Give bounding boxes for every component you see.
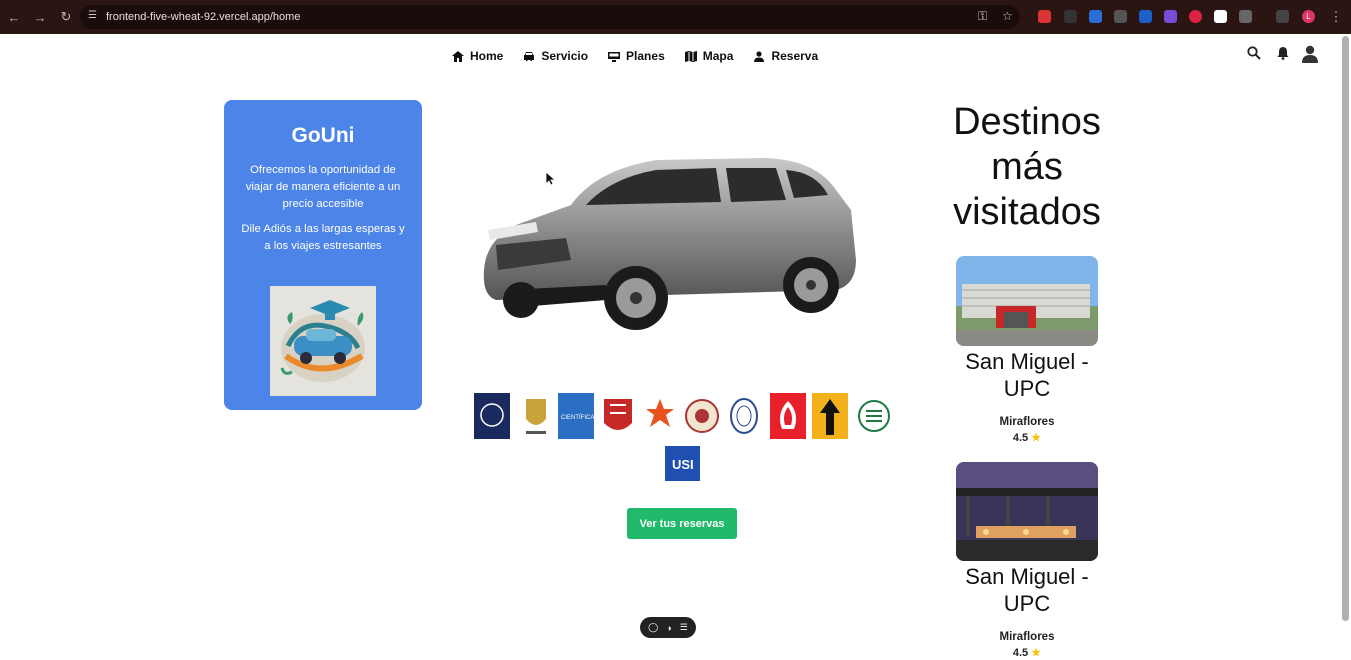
app-navbar: Home Servicio Planes Mapa Reserva: [0, 34, 1351, 80]
destinations-title: Destinos más visitados: [953, 101, 1101, 233]
hero-tagline: Dile Adiós a las largas esperas y a los …: [241, 223, 405, 252]
home-icon: [452, 50, 464, 62]
destination-name: San Miguel - UPC: [965, 564, 1089, 616]
mouse-cursor-icon: [546, 172, 556, 186]
url-text: frontend-five-wheat-92.vercel.app/home: [106, 11, 301, 23]
destination-card[interactable]: San Miguel - UPC Miraflores 4.5 ★: [956, 256, 1098, 444]
browser-toolbar: ← → ↻ ☰ frontend-five-wheat-92.vercel.ap…: [0, 0, 1351, 34]
destination-card[interactable]: San Miguel - UPC Miraflores 4.5 ★: [956, 462, 1098, 659]
destination-name: San Miguel - UPC: [965, 349, 1089, 401]
page-scrollbar[interactable]: [1342, 36, 1349, 621]
key-icon[interactable]: ⚿: [978, 9, 987, 24]
university-logo: [684, 393, 720, 439]
main-menu: Home Servicio Planes Mapa Reserva: [452, 49, 818, 63]
nav-item-label: Planes: [626, 49, 665, 63]
forward-icon[interactable]: →: [28, 5, 52, 29]
profile-avatar[interactable]: L: [1302, 10, 1315, 23]
car-icon: [524, 51, 535, 61]
puzzle-icon[interactable]: [1239, 10, 1252, 23]
site-info-icon[interactable]: ☰: [88, 10, 100, 22]
rating-value: 4.5: [1012, 647, 1029, 659]
extension-icon[interactable]: [1114, 10, 1127, 23]
back-icon[interactable]: ←: [2, 5, 26, 29]
svg-text:USI: USI: [672, 457, 694, 472]
nav-item-label: Home: [470, 49, 504, 63]
destination-location: Miraflores: [999, 631, 1055, 643]
bell-icon[interactable]: [1276, 46, 1290, 60]
extension-icon[interactable]: [1189, 10, 1202, 23]
destination-rating: 4.5 ★: [956, 431, 1098, 444]
university-logo: [642, 393, 678, 439]
destination-location: Miraflores: [999, 416, 1055, 428]
university-logo: CIENTÍFICA: [558, 393, 594, 439]
university-logo: [770, 393, 806, 439]
monitor-icon: [608, 51, 621, 62]
university-logo: [856, 393, 892, 439]
user-account-icon[interactable]: [1301, 45, 1319, 63]
university-logo: [600, 393, 636, 439]
star-icon: ★: [1031, 432, 1042, 444]
toggle-icon[interactable]: ◑: [666, 623, 671, 633]
rating-value: 4.5: [1012, 432, 1029, 444]
nav-item-servicio[interactable]: Servicio: [523, 49, 588, 63]
translate-extension-icon[interactable]: [1089, 10, 1102, 23]
map-icon: [684, 50, 697, 62]
nav-item-label: Servicio: [541, 49, 589, 63]
hero-description: Ofrecemos la oportunidad de viajar de ma…: [245, 164, 401, 210]
destination-rating: 4.5 ★: [956, 646, 1098, 659]
car-hero-image: [483, 158, 856, 330]
search-icon[interactable]: [1247, 46, 1261, 60]
address-bar[interactable]: ☰ frontend-five-wheat-92.vercel.app/home…: [80, 5, 1020, 29]
university-logo: [474, 393, 510, 439]
destination-image: [956, 256, 1098, 346]
brand-title: GoUni: [291, 124, 355, 147]
menu-icon[interactable]: ☰: [680, 622, 688, 633]
destination-image: [956, 462, 1098, 561]
star-icon: ★: [1031, 647, 1042, 659]
more-menu-icon[interactable]: ⋮: [1324, 5, 1348, 29]
university-logo: [812, 393, 848, 439]
bookmark-star-icon[interactable]: ☆: [1002, 9, 1013, 23]
nav-item-home[interactable]: Home: [452, 49, 503, 63]
person-icon: [754, 50, 765, 62]
university-logo: [518, 393, 554, 439]
nav-item-planes[interactable]: Planes: [608, 49, 665, 63]
university-logo: [726, 393, 762, 439]
extension-icon[interactable]: [1064, 10, 1077, 23]
nav-item-reserva[interactable]: Reserva: [753, 49, 818, 63]
gouni-logo-image: [270, 286, 376, 396]
hero-info-card: GoUni Ofrecemos la oportunidad de viajar…: [224, 100, 422, 410]
nav-item-label: Reserva: [771, 49, 819, 63]
extension-icon[interactable]: [1038, 10, 1051, 23]
floating-toolbar: ◯ ◑ ☰: [640, 617, 696, 638]
nav-item-mapa[interactable]: Mapa: [684, 49, 734, 63]
reading-list-icon[interactable]: [1276, 10, 1289, 23]
university-logo: USI: [665, 446, 700, 481]
svg-text:CIENTÍFICA: CIENTÍFICA: [561, 414, 594, 421]
nav-item-label: Mapa: [702, 49, 734, 63]
extension-icon[interactable]: [1164, 10, 1177, 23]
comment-icon[interactable]: ◯: [648, 622, 658, 633]
view-reservations-button[interactable]: Ver tus reservas: [627, 508, 737, 539]
reload-icon[interactable]: ↻: [54, 5, 78, 29]
extension-icon[interactable]: [1139, 10, 1152, 23]
extension-icon[interactable]: [1214, 10, 1227, 23]
